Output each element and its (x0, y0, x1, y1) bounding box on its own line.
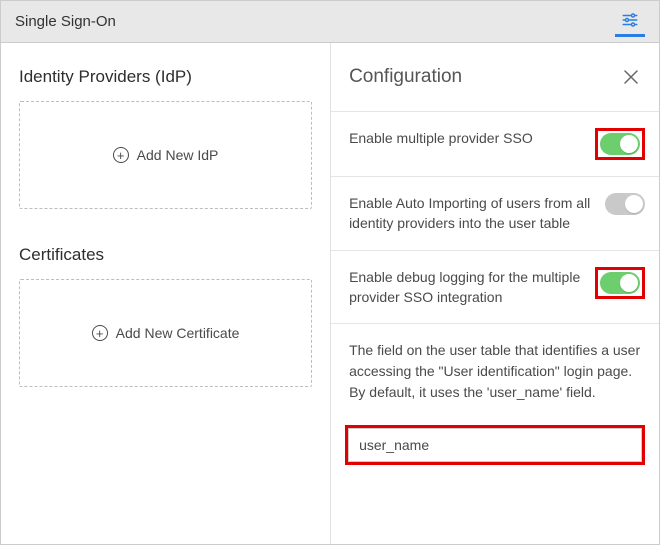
add-idp-label: Add New IdP (137, 147, 219, 163)
option-enable-sso: Enable multiple provider SSO (331, 112, 659, 177)
option-label: Enable debug logging for the multiple pr… (349, 267, 595, 308)
config-title: Configuration (349, 66, 462, 88)
option-label: Enable Auto Importing of users from all … (349, 193, 605, 234)
toggle-debug-log[interactable] (600, 272, 640, 294)
sliders-icon (621, 11, 639, 29)
option-label: Enable multiple provider SSO (349, 128, 595, 148)
highlight-box (345, 425, 645, 465)
add-cert-label: Add New Certificate (116, 325, 240, 341)
add-idp-button[interactable]: + Add New IdP (19, 101, 312, 209)
settings-button[interactable] (615, 7, 645, 37)
config-panel: Configuration Enable multiple provider S… (330, 43, 659, 544)
highlight-box (595, 267, 645, 299)
close-icon (623, 69, 639, 85)
close-button[interactable] (619, 65, 643, 89)
highlight-box (595, 128, 645, 160)
plus-icon: + (92, 325, 108, 341)
page-header: Single Sign-On (1, 1, 659, 43)
user-field-description: The field on the user table that identif… (349, 340, 641, 403)
add-cert-button[interactable]: + Add New Certificate (19, 279, 312, 387)
option-auto-import: Enable Auto Importing of users from all … (331, 177, 659, 251)
option-debug-log: Enable debug logging for the multiple pr… (331, 251, 659, 325)
cert-section-title: Certificates (19, 245, 312, 265)
left-panel: Identity Providers (IdP) + Add New IdP C… (1, 43, 330, 544)
plus-icon: + (113, 147, 129, 163)
page-title: Single Sign-On (15, 13, 116, 30)
toggle-enable-sso[interactable] (600, 133, 640, 155)
user-field-block: The field on the user table that identif… (331, 324, 659, 425)
config-header: Configuration (331, 43, 659, 112)
toggle-wrap (605, 193, 645, 215)
idp-section-title: Identity Providers (IdP) (19, 67, 312, 87)
toggle-auto-import[interactable] (605, 193, 645, 215)
user-field-input[interactable] (348, 428, 642, 462)
